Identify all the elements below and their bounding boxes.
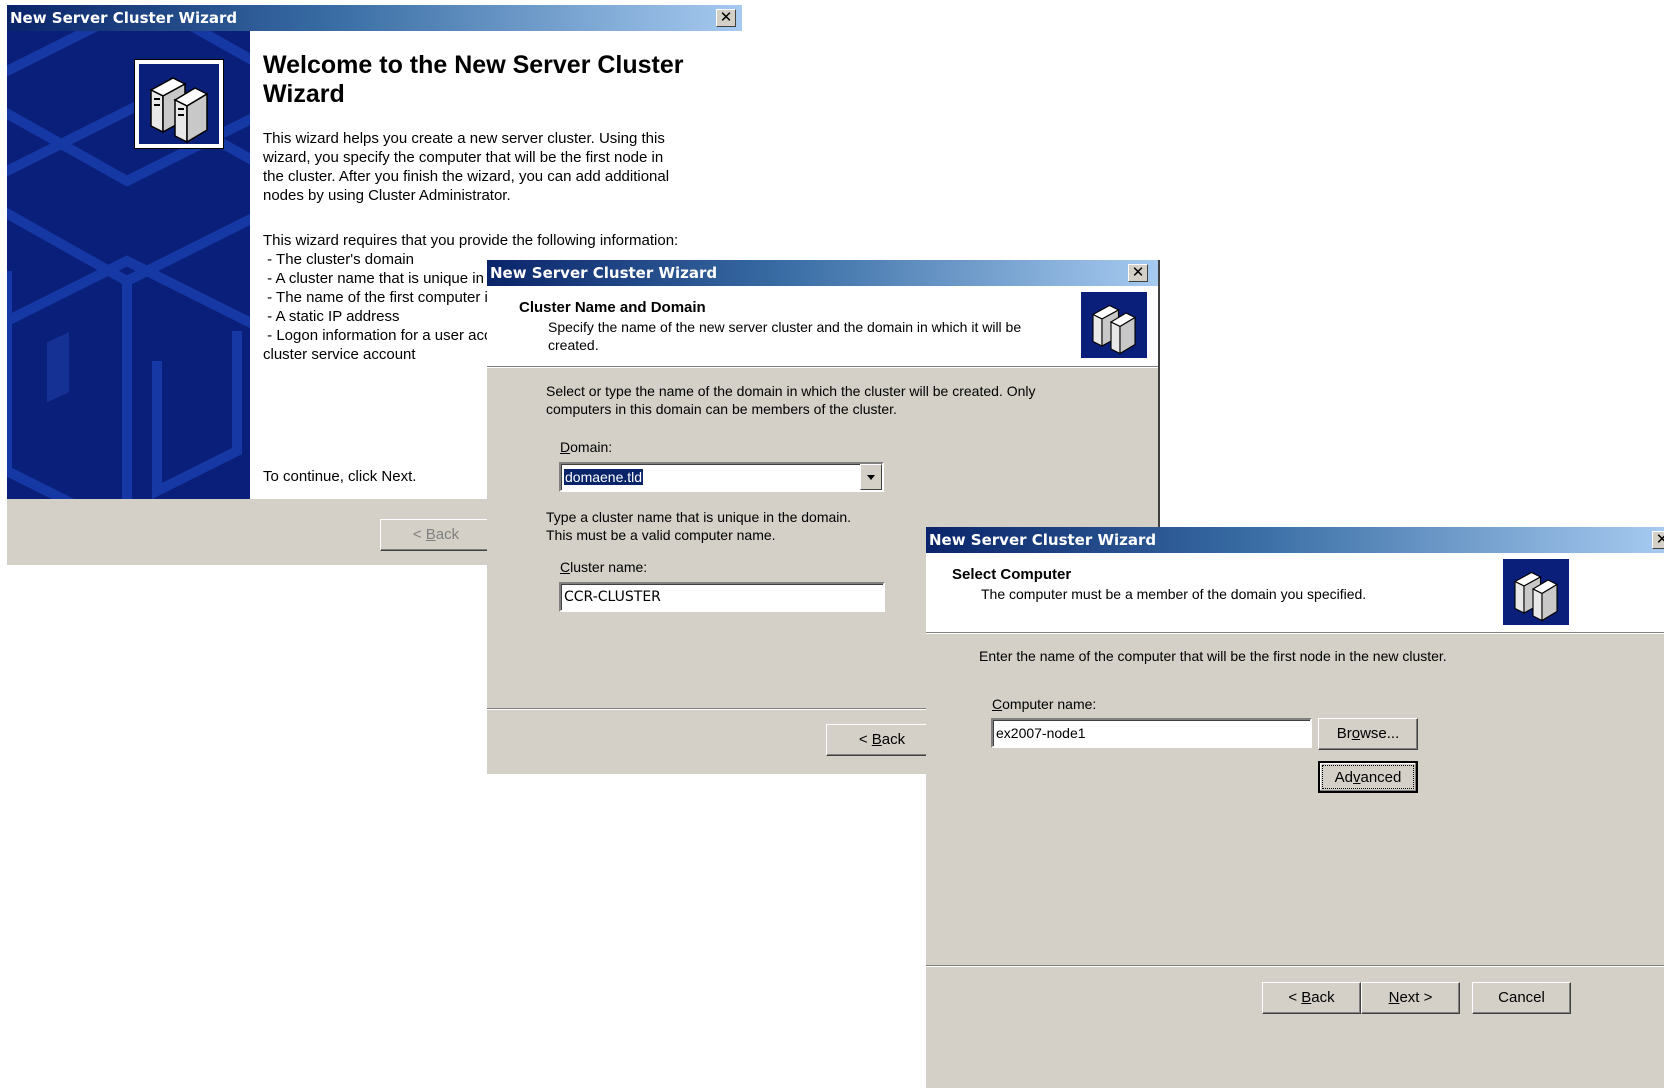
domain-instructions: computers in this domain can be members … — [546, 401, 897, 417]
browse-button[interactable]: Browse... — [1318, 718, 1418, 750]
page-heading: Select Computer — [952, 566, 1072, 583]
wizard-header: Select Computer The computer must be a m… — [926, 553, 1664, 632]
cluster-name-input[interactable]: CCR-CLUSTER — [559, 582, 885, 612]
page-subheading: Specify the name of the new server clust… — [548, 319, 1022, 335]
footer-divider — [926, 965, 1664, 967]
domain-instructions: Select or type the name of the domain in… — [546, 383, 1036, 399]
cancel-button[interactable]: Cancel — [1472, 982, 1571, 1014]
window-title: New Server Cluster Wizard — [490, 264, 718, 282]
computer-instructions: Enter the name of the computer that will… — [979, 648, 1447, 664]
back-button[interactable]: < Back — [380, 519, 492, 551]
title-bar[interactable]: New Server Cluster Wizard — [487, 260, 1158, 286]
close-button[interactable]: ✕ — [716, 9, 736, 27]
header-divider — [926, 632, 1664, 634]
select-computer-wizard-window: New Server Cluster Wizard ✕ Select Compu… — [926, 527, 1664, 1088]
welcome-heading: Welcome to the New Server Cluster Wizard — [263, 51, 684, 108]
wizard-header: Cluster Name and Domain Specify the name… — [487, 286, 1158, 366]
cluster-name-label: Cluster name: — [560, 559, 648, 575]
window-title: New Server Cluster Wizard — [10, 9, 238, 27]
domain-combobox[interactable]: domaene.tld — [559, 462, 884, 492]
back-button[interactable]: < Back — [1262, 982, 1361, 1014]
intro-line: the cluster. After you finish the wizard… — [263, 168, 670, 185]
dropdown-arrow-button[interactable] — [860, 464, 882, 490]
chevron-down-icon — [867, 475, 875, 480]
advanced-button[interactable]: Advanced — [1318, 761, 1418, 793]
domain-value: domaene.tld — [562, 468, 645, 486]
title-bar[interactable]: New Server Cluster Wizard — [926, 527, 1664, 553]
name-instructions: Type a cluster name that is unique in th… — [546, 509, 852, 525]
next-button[interactable]: Next > — [1361, 982, 1460, 1014]
computer-name-input[interactable]: ex2007-node1 — [991, 718, 1312, 748]
header-divider — [487, 366, 1158, 368]
intro-text: This wizard helps you create a new serve… — [263, 129, 669, 205]
domain-label: Domain: — [560, 439, 613, 455]
window-title: New Server Cluster Wizard — [929, 531, 1157, 549]
close-button[interactable]: ✕ — [1128, 264, 1148, 282]
intro-line: nodes by using Cluster Administrator. — [263, 187, 511, 204]
back-button[interactable]: < Back — [826, 724, 938, 756]
continue-text: To continue, click Next. — [263, 468, 417, 485]
page-subheading: The computer must be a member of the dom… — [981, 586, 1367, 602]
name-instructions: This must be a valid computer name. — [546, 527, 776, 543]
requirements-line: This wizard requires that you provide th… — [263, 232, 679, 249]
page-heading: Cluster Name and Domain — [519, 299, 706, 316]
intro-line: wizard, you specify the computer that wi… — [263, 149, 664, 166]
server-cluster-icon — [134, 59, 224, 149]
computer-name-label: Computer name: — [992, 696, 1097, 712]
server-cluster-icon — [1081, 292, 1147, 358]
close-button[interactable]: ✕ — [1652, 531, 1664, 549]
wizard-banner — [7, 31, 250, 499]
intro-line: This wizard helps you create a new serve… — [263, 130, 665, 147]
title-bar[interactable]: New Server Cluster Wizard — [7, 5, 742, 31]
server-cluster-icon — [1503, 559, 1569, 625]
page-subheading: created. — [548, 337, 599, 353]
